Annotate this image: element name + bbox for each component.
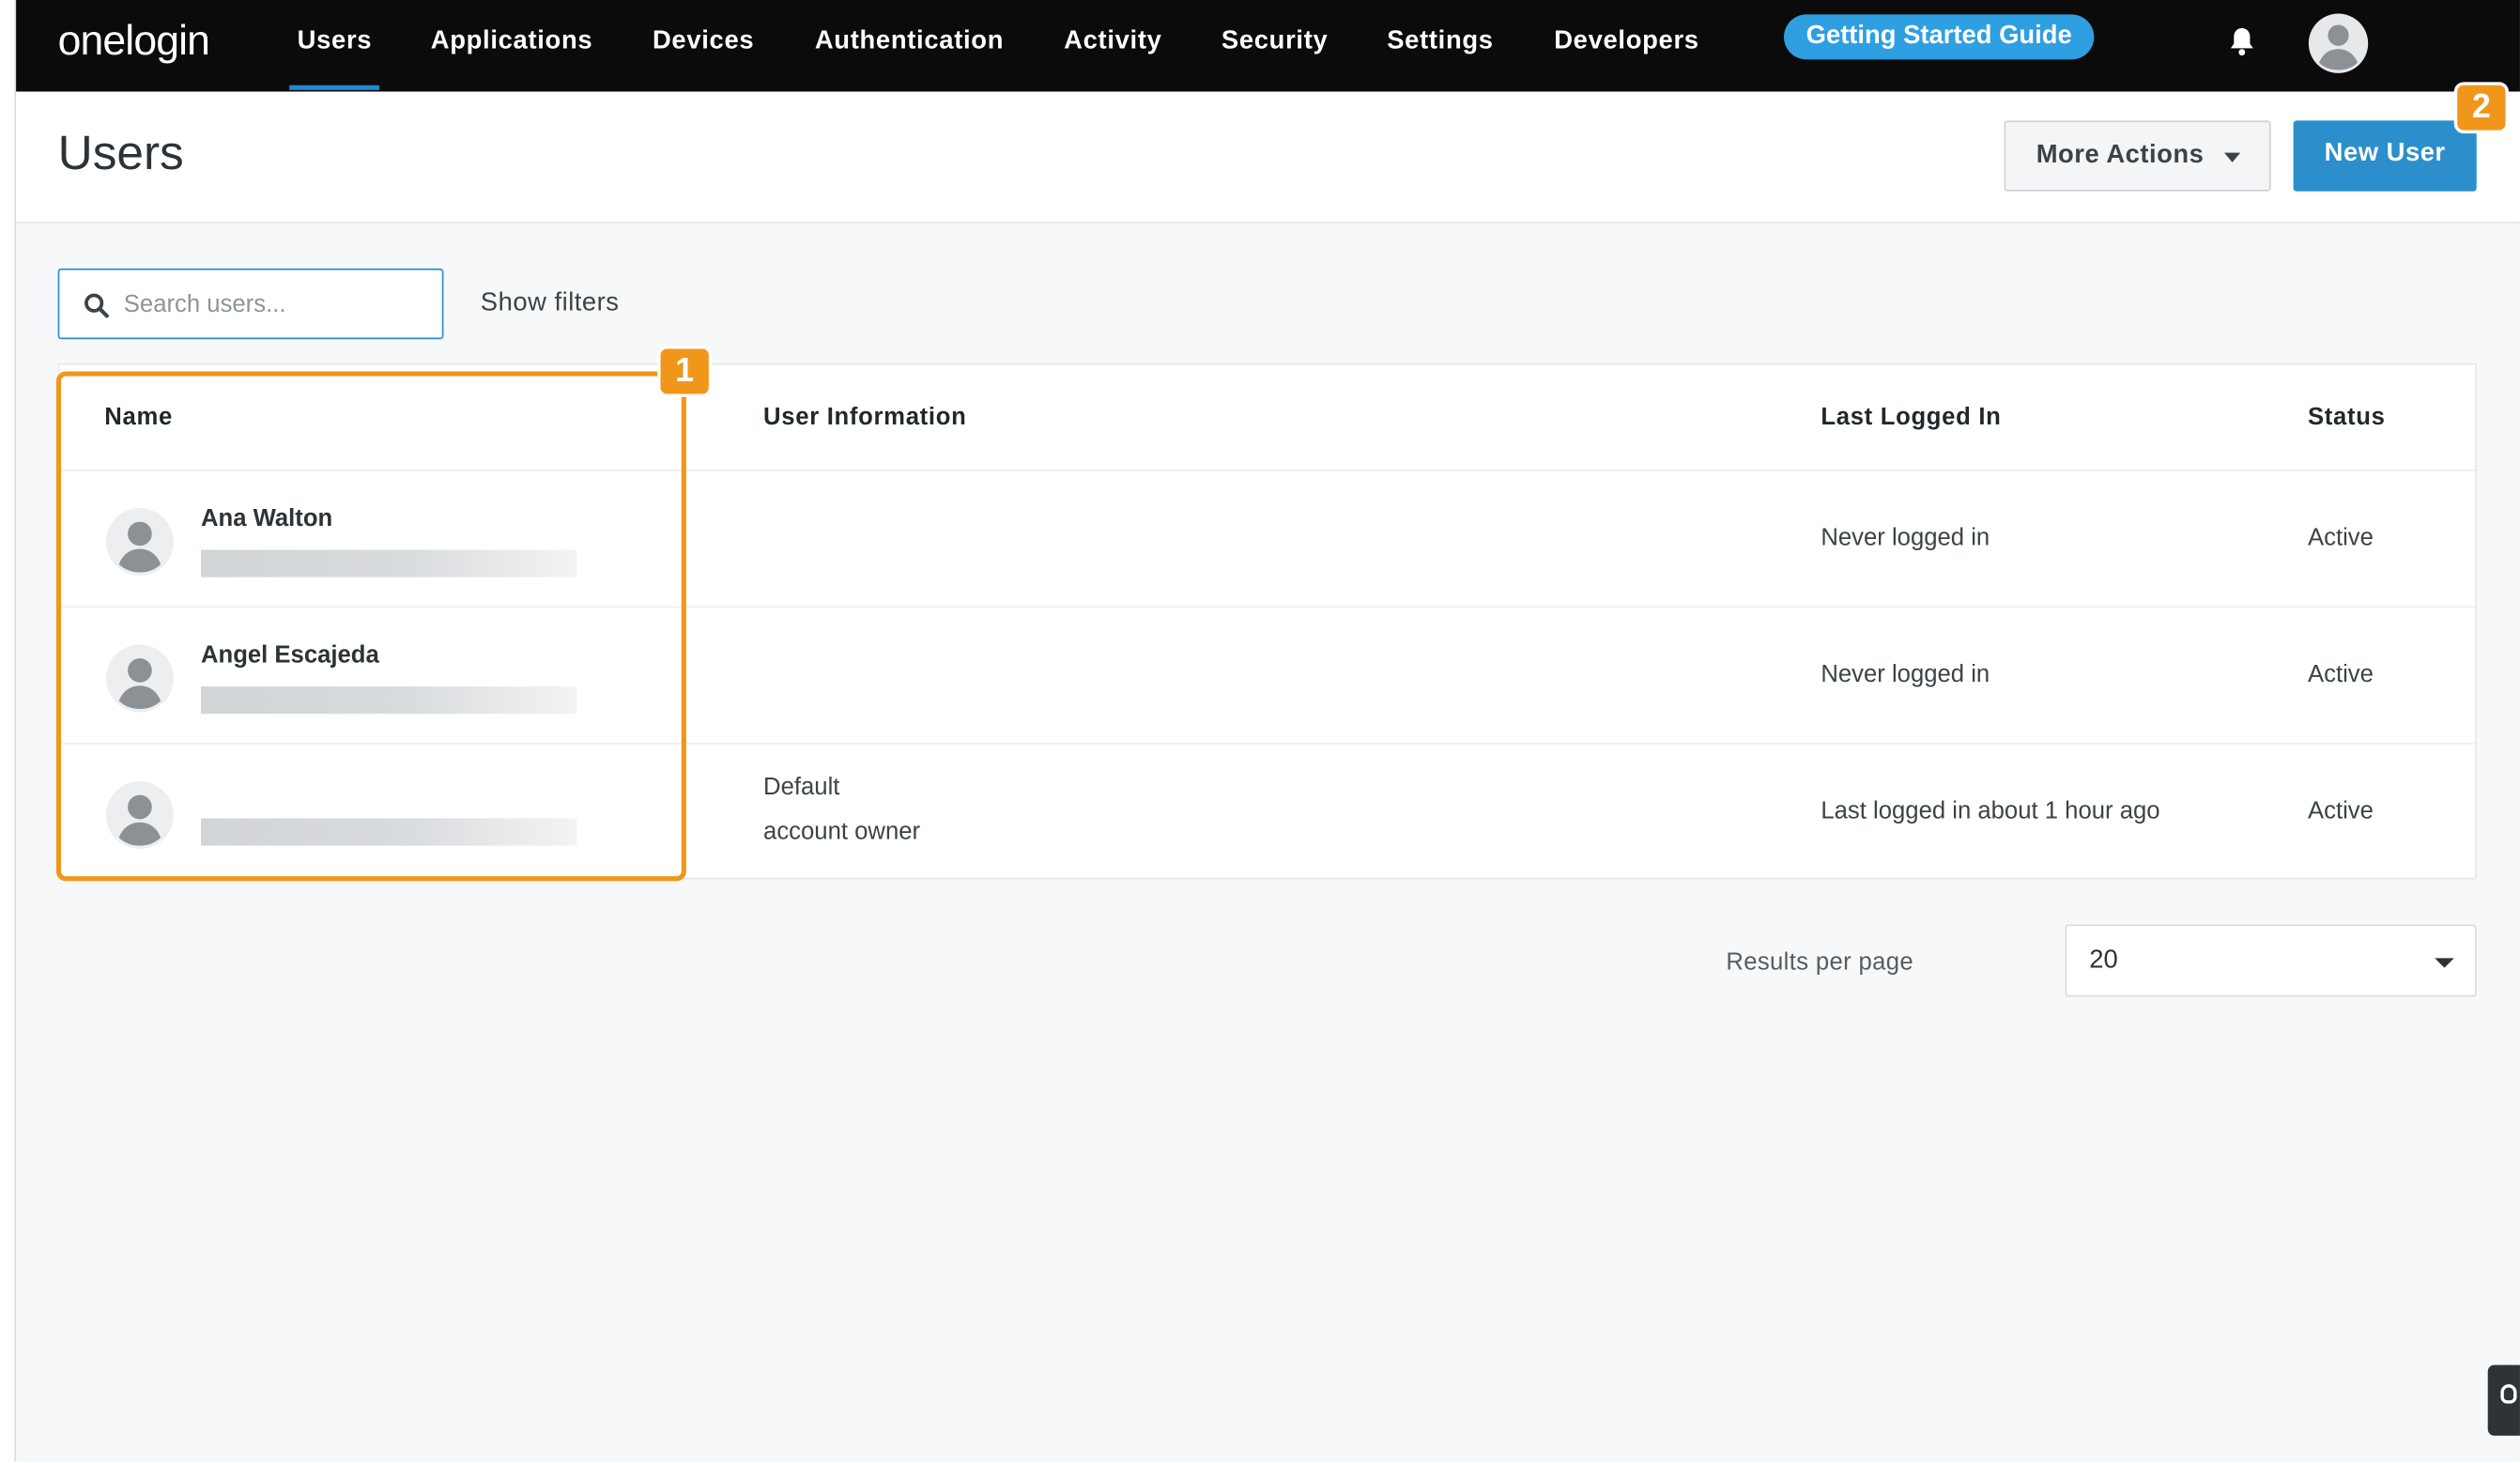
last-logged-in: Last logged in about 1 hour ago xyxy=(1821,797,2160,825)
app-window: onelogin Users Applications Devices Auth… xyxy=(0,0,2520,1463)
nav-item-developers[interactable]: Developers xyxy=(1554,27,1699,56)
last-logged-in: Never logged in xyxy=(1821,524,1990,552)
more-actions-dropdown[interactable]: More Actions xyxy=(2004,120,2271,192)
table-row[interactable]: Default account owner Last logged in abo… xyxy=(59,742,2479,880)
nav-item-devices[interactable]: Devices xyxy=(653,27,754,56)
user-name[interactable]: Angel Escajeda xyxy=(201,641,379,669)
user-info-line: Default xyxy=(763,773,840,801)
show-filters-link[interactable]: Show filters xyxy=(481,289,620,318)
results-per-page-label: Results per page xyxy=(1726,948,1913,977)
redacted-email xyxy=(200,549,577,578)
user-avatar-icon xyxy=(105,644,174,713)
help-tab[interactable] xyxy=(2487,1364,2520,1436)
page-header: Users More Actions New User xyxy=(16,91,2520,223)
nav-item-authentication[interactable]: Authentication xyxy=(815,27,1004,56)
bell-icon[interactable] xyxy=(2227,25,2256,57)
column-header-name[interactable]: Name xyxy=(104,404,173,431)
callout-badge-2: 2 xyxy=(2453,82,2509,134)
results-per-page-select[interactable]: 20 xyxy=(2065,924,2477,997)
search-icon xyxy=(85,293,109,318)
user-status: Active xyxy=(2308,797,2374,825)
column-header-last-logged-in[interactable]: Last Logged In xyxy=(1821,404,2001,431)
profile-avatar-icon[interactable] xyxy=(2308,13,2369,74)
results-per-page-value: 20 xyxy=(2089,947,2118,975)
users-table: Name User Information Last Logged In Sta… xyxy=(57,362,2479,880)
search-input[interactable] xyxy=(123,283,430,325)
user-information: Default account owner xyxy=(763,765,920,855)
user-status: Active xyxy=(2308,660,2374,688)
getting-started-guide-button[interactable]: Getting Started Guide xyxy=(1783,14,2095,60)
user-info-line: account owner xyxy=(763,818,921,846)
nav-item-activity[interactable]: Activity xyxy=(1064,27,1161,56)
main-content: Show filters Name User Information Last … xyxy=(16,223,2520,1462)
nav-item-applications[interactable]: Applications xyxy=(431,27,593,56)
page-title: Users xyxy=(57,127,184,180)
user-status: Active xyxy=(2308,524,2374,552)
nav-item-security[interactable]: Security xyxy=(1222,27,1329,56)
redacted-email xyxy=(200,686,577,715)
user-avatar-icon xyxy=(105,508,174,576)
top-navigation-bar: onelogin Users Applications Devices Auth… xyxy=(16,0,2520,92)
column-header-user-information[interactable]: User Information xyxy=(763,404,966,431)
last-logged-in: Never logged in xyxy=(1821,660,1990,688)
nav-item-settings[interactable]: Settings xyxy=(1387,27,1494,56)
new-user-button[interactable]: New User xyxy=(2293,120,2477,192)
more-actions-label: More Actions xyxy=(2036,141,2205,169)
search-box[interactable] xyxy=(57,268,444,340)
caret-down-icon xyxy=(2223,152,2241,162)
table-row[interactable]: Ana Walton Never logged in Active xyxy=(59,469,2479,607)
active-nav-indicator xyxy=(289,85,379,90)
user-name[interactable]: Ana Walton xyxy=(201,505,332,532)
user-avatar-icon xyxy=(105,781,174,849)
redacted-email xyxy=(200,818,577,846)
onelogin-logo[interactable]: onelogin xyxy=(58,16,210,66)
column-header-status[interactable]: Status xyxy=(2308,404,2386,431)
table-row[interactable]: Angel Escajeda Never logged in Active xyxy=(59,606,2479,743)
callout-badge-1: 1 xyxy=(657,346,713,397)
lightbulb-icon xyxy=(2500,1384,2517,1404)
nav-item-users[interactable]: Users xyxy=(298,27,373,56)
caret-down-icon xyxy=(2435,958,2454,968)
